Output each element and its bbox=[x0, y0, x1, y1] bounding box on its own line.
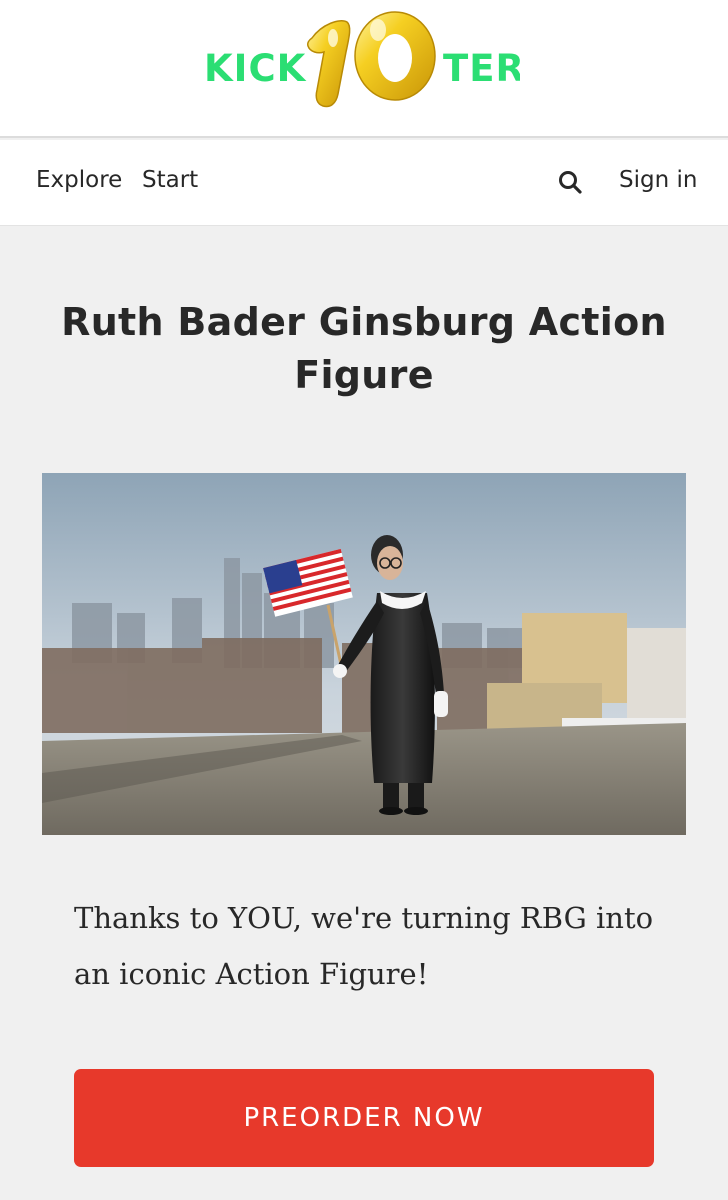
nav-start-link[interactable]: Start bbox=[142, 167, 198, 193]
nav-explore-link[interactable]: Explore bbox=[36, 167, 122, 193]
project-title: Ruth Bader Ginsburg Action Figure bbox=[61, 300, 667, 397]
sign-in-link[interactable]: Sign in bbox=[619, 167, 697, 193]
main-nav: Explore Start Sign in bbox=[0, 140, 728, 226]
project-blurb: Thanks to YOU, we're turning RBG into an… bbox=[74, 901, 654, 991]
balloon-one-icon bbox=[307, 20, 351, 108]
project-hero-image[interactable] bbox=[42, 473, 686, 835]
kickstarter-10-logo[interactable]: KICK TER bbox=[200, 8, 520, 118]
logo-wordmark-right: TER bbox=[443, 47, 520, 90]
hero-photo bbox=[42, 473, 686, 835]
top-header: KICK TER bbox=[0, 0, 728, 138]
search-icon[interactable] bbox=[556, 168, 584, 196]
logo-wordmark-left: KICK bbox=[204, 47, 307, 90]
balloon-zero-icon bbox=[354, 11, 436, 101]
preorder-now-button[interactable]: PREORDER NOW bbox=[74, 1069, 654, 1167]
